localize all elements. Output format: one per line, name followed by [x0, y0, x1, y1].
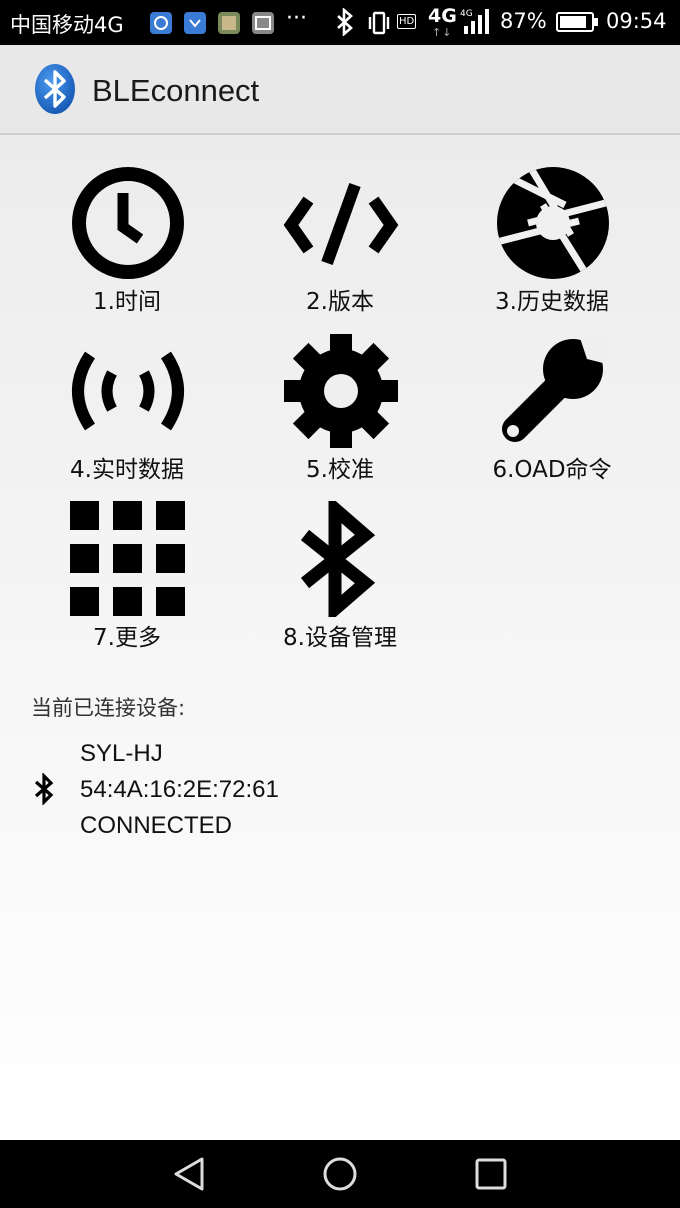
notify-icon — [184, 12, 206, 34]
battery-fill — [560, 16, 586, 28]
menu-item-more[interactable]: 7.更多 — [27, 501, 227, 661]
menu-item-time[interactable]: 1.时间 — [27, 165, 227, 325]
svg-text:4G: 4G — [460, 9, 473, 19]
signal-strength-icon: 4G — [460, 8, 492, 40]
broadcast-icon — [72, 351, 184, 431]
gallery-icon — [252, 12, 274, 34]
menu-label-oad: 6.OAD命令 — [492, 457, 612, 483]
more-notifications-indicator: ··· — [286, 6, 307, 31]
bluetooth-device-icon — [32, 772, 56, 809]
menu-item-version[interactable]: 2.版本 — [240, 165, 440, 325]
home-circle-icon[interactable] — [321, 1155, 359, 1197]
device-name: SYL-HJ — [80, 740, 163, 767]
battery-percent: 87% — [500, 9, 547, 33]
navigation-bar — [0, 1140, 680, 1208]
menu-item-realtime[interactable]: 4.实时数据 — [27, 333, 227, 493]
device-address: 54:4A:16:2E:72:61 — [80, 776, 279, 803]
main-content: 1.时间 2.版本 3.历史数据 4.实时数据 5.校准 6.OAD命令 7.更… — [0, 135, 680, 1140]
photo-thumbnail-icon — [218, 12, 240, 34]
action-bar: BLEconnect — [0, 45, 680, 135]
menu-label-realtime: 4.实时数据 — [70, 457, 184, 483]
status-bar: 中国移动4G ··· HD 4G ↑↓ 4G 87% 09:54 — [0, 0, 680, 45]
clock-time: 09:54 — [606, 9, 667, 33]
menu-label-more: 7.更多 — [93, 625, 161, 651]
qq-icon — [150, 12, 172, 34]
bluetooth-icon — [300, 501, 376, 617]
menu-item-calibrate[interactable]: 5.校准 — [240, 333, 440, 493]
battery-tip — [594, 18, 598, 26]
menu-label-version: 2.版本 — [306, 289, 374, 315]
menu-label-time: 1.时间 — [93, 289, 161, 315]
menu-label-history: 3.历史数据 — [495, 289, 609, 315]
bluetooth-status-icon — [334, 7, 356, 40]
network-type-label: 4G — [428, 5, 457, 27]
menu-label-calibrate: 5.校准 — [306, 457, 374, 483]
device-status: CONNECTED — [80, 812, 233, 839]
menu-item-oad[interactable]: 6.OAD命令 — [452, 333, 652, 493]
hd-voice-icon: HD — [397, 14, 417, 29]
code-icon — [283, 182, 399, 266]
data-activity-icon: ↑↓ — [432, 26, 453, 39]
connected-device-heading: 当前已连接设备: — [31, 696, 186, 720]
menu-label-device-management: 8.设备管理 — [283, 625, 397, 651]
back-triangle-icon[interactable] — [170, 1155, 208, 1197]
bluetooth-logo-icon — [33, 63, 77, 121]
wrench-icon — [502, 333, 611, 442]
clock-icon — [72, 167, 184, 279]
recents-square-icon[interactable] — [472, 1155, 510, 1197]
menu-item-history[interactable]: 3.历史数据 — [452, 165, 652, 325]
gear-icon — [284, 334, 398, 448]
app-title: BLEconnect — [92, 73, 260, 108]
vibrate-icon — [366, 11, 392, 39]
menu-item-device-management[interactable]: 8.设备管理 — [240, 501, 440, 661]
battery-icon — [556, 12, 594, 32]
carrier-label: 中国移动4G — [10, 13, 124, 37]
aperture-icon — [497, 167, 609, 279]
grid-icon — [70, 501, 185, 616]
